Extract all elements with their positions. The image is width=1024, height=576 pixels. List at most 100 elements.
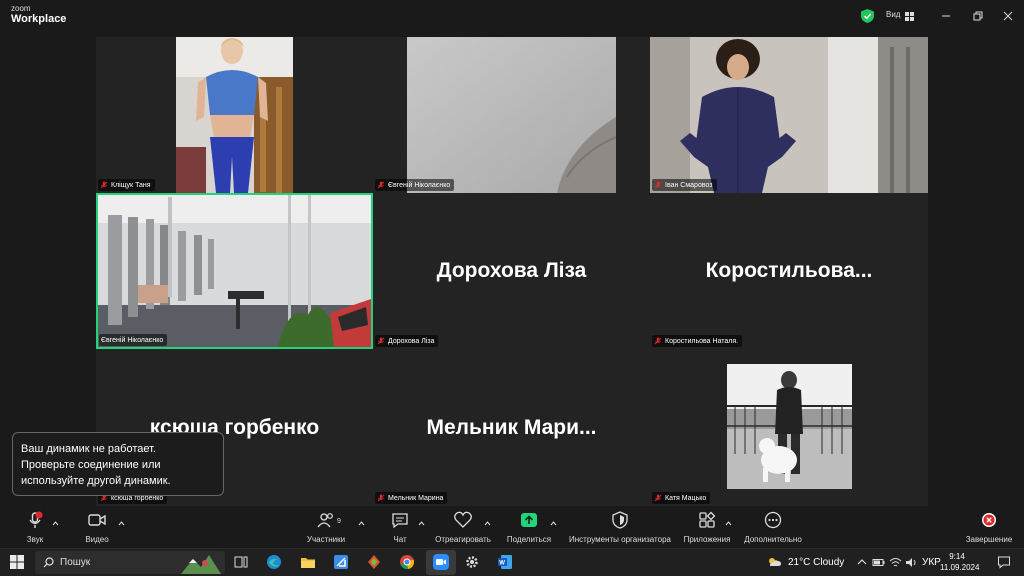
participants-count: 9 [337, 518, 341, 525]
share-screen-icon [521, 513, 537, 527]
muted-mic-icon [100, 181, 108, 189]
host-shield-icon [612, 511, 628, 529]
heart-icon [454, 511, 472, 528]
video-options-chevron-icon[interactable] [118, 521, 125, 526]
search-icon [43, 557, 54, 568]
muted-mic-icon [654, 337, 662, 345]
participant-video [407, 37, 616, 193]
participant-display-name: Коростильова... [705, 259, 873, 282]
participant-video [650, 37, 928, 193]
clock-time: 9:14 [949, 552, 965, 561]
participant-name-tag: Кліщук Таня [98, 179, 155, 191]
meeting-toolbar: Звук Видео Участники 9 Чат Отреагировать [0, 508, 1024, 548]
participant-tile[interactable]: Дорохова Ліза Дорохова Ліза [373, 193, 650, 349]
settings-gear-icon[interactable] [464, 554, 480, 570]
notice-line: используйте другой динамик. [21, 475, 171, 487]
muted-mic-icon [377, 337, 385, 345]
wifi-icon[interactable] [889, 556, 902, 569]
notifications-icon[interactable] [997, 555, 1011, 569]
more-options-icon [764, 511, 782, 529]
participant-tile[interactable]: Кліщук Таня [96, 37, 373, 193]
tray-expand-chevron-icon[interactable] [856, 556, 868, 568]
download-manager-icon[interactable] [333, 554, 349, 570]
audio-button[interactable]: Звук [22, 510, 48, 544]
participant-name-tag: Євгеній Ніколаєнко [99, 334, 168, 346]
more-button[interactable]: Дополнительно [742, 510, 804, 544]
video-camera-icon [88, 514, 106, 526]
weather-label[interactable]: 21°C Cloudy [788, 557, 844, 568]
participants-button[interactable]: Участники [304, 510, 348, 544]
participant-tile[interactable]: Катя Мацько [650, 349, 928, 506]
share-options-chevron-icon[interactable] [550, 521, 557, 526]
audio-options-chevron-icon[interactable] [52, 521, 59, 526]
clock-date: 11.09.2024 [940, 563, 980, 572]
participant-name-tag: Дорохова Ліза [375, 335, 439, 347]
end-call-icon [982, 513, 996, 527]
notice-line: Проверьте соединение или [21, 459, 161, 471]
participant-display-name: Дорохова Ліза [436, 259, 587, 282]
file-explorer-icon[interactable] [300, 554, 316, 570]
participant-name-tag: Іван Смаровоз [652, 179, 717, 191]
restore-icon[interactable] [970, 8, 986, 24]
view-button[interactable]: Вид [886, 10, 900, 19]
video-button[interactable]: Видео [84, 510, 110, 544]
view-grid-icon[interactable] [905, 12, 914, 21]
muted-mic-icon [654, 494, 662, 502]
react-options-chevron-icon[interactable] [484, 521, 491, 526]
notice-line: Ваш динамик не работает. [21, 443, 156, 455]
participant-avatar-photo [727, 364, 852, 489]
participant-name-tag: Коростильова Наталя. [652, 335, 743, 347]
weather-cloud-icon [769, 558, 781, 566]
participant-name-tag: Мельник Марина [375, 492, 448, 504]
svg-text:W: W [499, 561, 505, 567]
chat-icon [392, 513, 408, 529]
encryption-shield-icon[interactable] [861, 9, 874, 23]
participant-name-tag: Катя Мацько [652, 492, 711, 504]
muted-mic-icon [377, 181, 385, 189]
windows-taskbar: Пошук W 21°C Cloudy УКР 9:14 11.09.2024 [0, 548, 1024, 576]
word-app-icon[interactable]: W [497, 554, 513, 570]
share-screen-button[interactable]: Поделиться [506, 510, 552, 544]
volume-icon[interactable] [905, 556, 918, 569]
apps-icon [699, 511, 716, 528]
zoom-app-icon [433, 554, 449, 570]
chat-options-chevron-icon[interactable] [418, 521, 425, 526]
chat-button[interactable]: Чат [388, 510, 412, 544]
apps-button[interactable]: Приложения [682, 510, 732, 544]
muted-mic-icon [29, 511, 43, 528]
battery-icon[interactable] [872, 556, 885, 569]
app-logo: zoom Workplace [11, 4, 67, 25]
muted-mic-icon [377, 494, 385, 502]
close-icon[interactable] [1000, 8, 1016, 24]
search-placeholder: Пошук [60, 557, 91, 568]
task-view-icon[interactable] [233, 554, 249, 570]
participant-tile[interactable]: Коростильова... Коростильова Наталя. [650, 193, 928, 349]
participant-video [98, 195, 371, 347]
participant-tile[interactable]: Мельник Мари... Мельник Марина [373, 349, 650, 506]
windows-start-icon[interactable] [10, 555, 24, 569]
edge-browser-icon[interactable] [266, 554, 282, 570]
speaker-error-notification: Ваш динамик не работает. Проверьте соеди… [12, 432, 224, 496]
end-meeting-button[interactable]: Завершение [964, 510, 1014, 544]
participant-tile-active[interactable]: Євгеній Ніколаєнко [96, 193, 373, 349]
taskbar-search[interactable]: Пошук [35, 551, 225, 574]
muted-mic-icon [654, 181, 662, 189]
chrome-browser-icon[interactable] [399, 554, 415, 570]
apps-options-chevron-icon[interactable] [725, 521, 732, 526]
host-tools-button[interactable]: Инструменты организатора [566, 510, 674, 544]
zoom-taskbar-active[interactable] [426, 550, 456, 575]
input-language[interactable]: УКР [922, 557, 941, 568]
taskbar-clock[interactable]: 9:14 11.09.2024 [940, 551, 980, 573]
app-pinned-icon[interactable] [366, 554, 382, 570]
minimize-icon[interactable] [938, 8, 954, 24]
participant-tile[interactable]: Євгеній Ніколаєнко [373, 37, 650, 193]
participant-name-tag: Євгеній Ніколаєнко [375, 179, 455, 191]
participant-tile[interactable]: Іван Смаровоз [650, 37, 928, 193]
react-button[interactable]: Отреагировать [433, 510, 493, 544]
participants-icon [317, 513, 333, 528]
participant-video [176, 37, 293, 193]
participants-options-chevron-icon[interactable] [358, 521, 365, 526]
search-highlight-illustration [181, 555, 221, 574]
participant-display-name: Мельник Мари... [426, 415, 597, 439]
title-bar: zoom Workplace Вид [0, 0, 1024, 36]
